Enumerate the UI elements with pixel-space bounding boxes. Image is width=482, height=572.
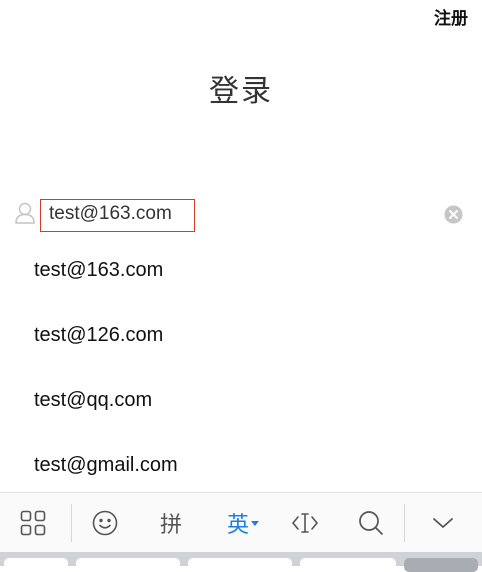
suggestion-item[interactable]: test@gmail.com [0,433,482,498]
suggestion-item[interactable]: test@163.com [0,238,482,303]
account-input[interactable] [40,199,195,232]
keyboard-key[interactable] [300,558,396,572]
user-icon [14,201,36,225]
keyboard-key[interactable] [4,558,68,572]
dropdown-caret-icon [251,520,259,526]
keyboard-key[interactable] [76,558,180,572]
toolbar-divider [404,504,405,542]
clear-icon[interactable] [444,205,463,224]
emoji-button[interactable] [84,493,126,553]
english-label: 英 [226,513,249,538]
text-cursor-icon [290,511,320,535]
collapse-keyboard-button[interactable] [422,493,464,553]
register-link[interactable]: 注册 [434,4,468,29]
keyboard-key[interactable] [188,558,292,572]
smiley-icon [92,510,118,536]
account-row [0,198,482,238]
keyboard-key[interactable] [404,558,478,572]
keyboard-key-row [0,552,482,572]
cursor-button[interactable] [284,493,326,553]
search-button[interactable] [350,493,392,553]
keyboard-toolbar: 拼 英 [0,492,482,553]
suggestion-item[interactable]: test@qq.com [0,368,482,433]
chevron-down-icon [432,516,454,530]
toolbar-divider [71,504,72,542]
page-title: 登录 [209,74,273,109]
english-button[interactable]: 英 [218,493,268,553]
suggestion-item[interactable]: test@126.com [0,303,482,368]
grid-menu-button[interactable] [12,493,54,553]
grid-icon [20,510,46,536]
pinyin-label: 拼 [159,513,182,538]
search-icon [358,510,384,536]
email-suggestion-list: test@163.com test@126.com test@qq.com te… [0,238,482,498]
pinyin-button[interactable]: 拼 [148,493,194,553]
